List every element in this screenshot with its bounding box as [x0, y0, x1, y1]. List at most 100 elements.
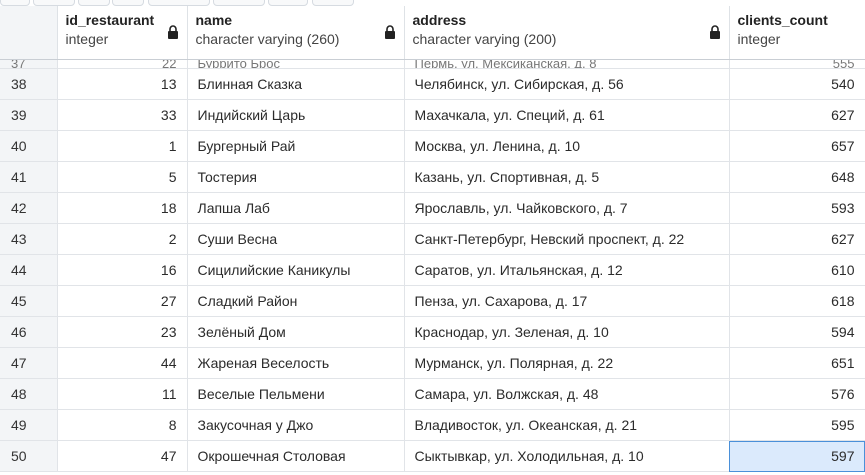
results-table: id_restaurant integer name character var… [0, 6, 865, 472]
cell-address[interactable]: Москва, ул. Ленина, д. 10 [404, 130, 730, 162]
cell-clients-count-selected[interactable]: 597 [729, 440, 865, 472]
row-number[interactable]: 40 [0, 130, 58, 162]
cell-name[interactable]: Тостерия [187, 161, 405, 193]
cell-name[interactable]: Жареная Веселость [187, 347, 405, 379]
cell-clients-count[interactable]: 627 [729, 99, 865, 131]
cell-address[interactable]: Казань, ул. Спортивная, д. 5 [404, 161, 730, 193]
column-name: address [412, 12, 467, 28]
cell-id-restaurant[interactable]: 11 [57, 378, 188, 410]
lock-icon [709, 25, 720, 39]
header-row: id_restaurant integer name character var… [0, 6, 865, 60]
table-row[interactable]: 38 13 Блинная Сказка Челябинск, ул. Сибирск… [0, 68, 865, 100]
cell-clients-count[interactable]: 610 [729, 254, 865, 286]
row-number[interactable]: 43 [0, 223, 58, 255]
table-row[interactable]: 44 16 Сицилийские Каникулы Саратов, ул. Ита… [0, 254, 865, 286]
cell-address[interactable]: Пермь, ул. Мексиканская, д. 8 [404, 59, 730, 69]
cell-name[interactable]: Индийский Царь [187, 99, 405, 131]
row-number[interactable]: 42 [0, 192, 58, 224]
cell-address[interactable]: Ярославль, ул. Чайковского, д. 7 [404, 192, 730, 224]
cell-id-restaurant[interactable]: 13 [57, 68, 188, 100]
cell-name[interactable]: Бургерный Рай [187, 130, 405, 162]
row-number[interactable]: 49 [0, 409, 58, 441]
column-type: character varying (200) [412, 31, 557, 47]
column-name: id_restaurant [65, 12, 155, 28]
cell-clients-count[interactable]: 555 [729, 59, 865, 69]
cell-name[interactable]: Веселые Пельмени [187, 378, 405, 410]
cell-name[interactable]: Закусочная у Джо [187, 409, 405, 441]
cell-id-restaurant[interactable]: 23 [57, 316, 188, 348]
row-number[interactable]: 37 [0, 59, 58, 69]
row-number[interactable]: 48 [0, 378, 58, 410]
table-row[interactable]: 48 11 Веселые Пельмени Самара, ул. Волжская… [0, 378, 865, 410]
cell-address[interactable]: Саратов, ул. Итальянская, д. 12 [404, 254, 730, 286]
row-number[interactable]: 41 [0, 161, 58, 193]
cell-address[interactable]: Самара, ул. Волжская, д. 48 [404, 378, 730, 410]
cell-id-restaurant[interactable]: 16 [57, 254, 188, 286]
cell-clients-count[interactable]: 576 [729, 378, 865, 410]
cell-clients-count[interactable]: 594 [729, 316, 865, 348]
cell-address[interactable]: Владивосток, ул. Океанская, д. 21 [404, 409, 730, 441]
cell-name[interactable]: Зелёный Дом [187, 316, 405, 348]
cell-name[interactable]: Буррито Брос [187, 59, 405, 69]
row-number[interactable]: 46 [0, 316, 58, 348]
column-type: integer [737, 31, 781, 47]
results-grid: id_restaurant integer name character var… [0, 6, 865, 475]
row-number[interactable]: 50 [0, 440, 58, 472]
cell-id-restaurant[interactable]: 5 [57, 161, 188, 193]
table-row[interactable]: 42 18 Лапша Лаб Ярославль, ул. Чайковского,… [0, 192, 865, 224]
table-row[interactable]: 43 2 Суши Весна Санкт-Петербург, Невский пр… [0, 223, 865, 255]
table-row[interactable]: 50 47 Окрошечная Столовая Сыктывкар, ул. Хо… [0, 440, 865, 472]
cell-id-restaurant[interactable]: 18 [57, 192, 188, 224]
cell-clients-count[interactable]: 627 [729, 223, 865, 255]
column-header-clients-count[interactable]: clients_count integer [729, 6, 865, 60]
cell-address[interactable]: Мурманск, ул. Полярная, д. 22 [404, 347, 730, 379]
cell-name[interactable]: Сладкий Район [187, 285, 405, 317]
column-name: name [195, 12, 233, 28]
cell-address[interactable]: Санкт-Петербург, Невский проспект, д. 22 [404, 223, 730, 255]
cell-id-restaurant[interactable]: 1 [57, 130, 188, 162]
cell-clients-count[interactable]: 657 [729, 130, 865, 162]
cell-name[interactable]: Сицилийские Каникулы [187, 254, 405, 286]
row-number[interactable]: 38 [0, 68, 58, 100]
cell-clients-count[interactable]: 648 [729, 161, 865, 193]
row-number[interactable]: 44 [0, 254, 58, 286]
cell-name[interactable]: Лапша Лаб [187, 192, 405, 224]
cell-id-restaurant[interactable]: 44 [57, 347, 188, 379]
lock-icon [167, 25, 178, 39]
column-type: integer [65, 31, 109, 47]
table-row[interactable]: 46 23 Зелёный Дом Краснодар, ул. Зеленая, д… [0, 316, 865, 348]
cell-name[interactable]: Окрошечная Столовая [187, 440, 405, 472]
cell-address[interactable]: Махачкала, ул. Специй, д. 61 [404, 99, 730, 131]
cell-clients-count[interactable]: 593 [729, 192, 865, 224]
column-header-id-restaurant[interactable]: id_restaurant integer [57, 6, 188, 60]
row-number[interactable]: 39 [0, 99, 58, 131]
cell-address[interactable]: Краснодар, ул. Зеленая, д. 10 [404, 316, 730, 348]
cell-clients-count[interactable]: 540 [729, 68, 865, 100]
cell-id-restaurant[interactable]: 2 [57, 223, 188, 255]
row-number-header[interactable] [0, 6, 58, 60]
cell-address[interactable]: Сыктывкар, ул. Холодильная, д. 10 [404, 440, 730, 472]
cell-address[interactable]: Челябинск, ул. Сибирская, д. 56 [404, 68, 730, 100]
table-row[interactable]: 41 5 Тостерия Казань, ул. Спортивная, д. 56… [0, 161, 865, 193]
cell-clients-count[interactable]: 595 [729, 409, 865, 441]
cell-id-restaurant[interactable]: 47 [57, 440, 188, 472]
table-row[interactable]: 45 27 Сладкий Район Пенза, ул. Сахарова, д.… [0, 285, 865, 317]
cell-id-restaurant[interactable]: 22 [57, 59, 188, 69]
cell-id-restaurant[interactable]: 8 [57, 409, 188, 441]
table-row[interactable]: 37 22 Буррито Брос Пермь, ул. Мексиканск… [0, 59, 865, 69]
table-row[interactable]: 39 33 Индийский Царь Махачкала, ул. Специй,… [0, 99, 865, 131]
row-number[interactable]: 47 [0, 347, 58, 379]
table-row[interactable]: 47 44 Жареная Веселость Мурманск, ул. Поляр… [0, 347, 865, 379]
column-header-name[interactable]: name character varying (260) [187, 6, 405, 60]
cell-address[interactable]: Пенза, ул. Сахарова, д. 17 [404, 285, 730, 317]
table-row[interactable]: 40 1 Бургерный Рай Москва, ул. Ленина, д. 1… [0, 130, 865, 162]
cell-id-restaurant[interactable]: 27 [57, 285, 188, 317]
cell-name[interactable]: Блинная Сказка [187, 68, 405, 100]
column-header-address[interactable]: address character varying (200) [404, 6, 730, 60]
row-number[interactable]: 45 [0, 285, 58, 317]
table-row[interactable]: 49 8 Закусочная у Джо Владивосток, ул. Океа… [0, 409, 865, 441]
cell-clients-count[interactable]: 651 [729, 347, 865, 379]
cell-id-restaurant[interactable]: 33 [57, 99, 188, 131]
cell-clients-count[interactable]: 618 [729, 285, 865, 317]
cell-name[interactable]: Суши Весна [187, 223, 405, 255]
